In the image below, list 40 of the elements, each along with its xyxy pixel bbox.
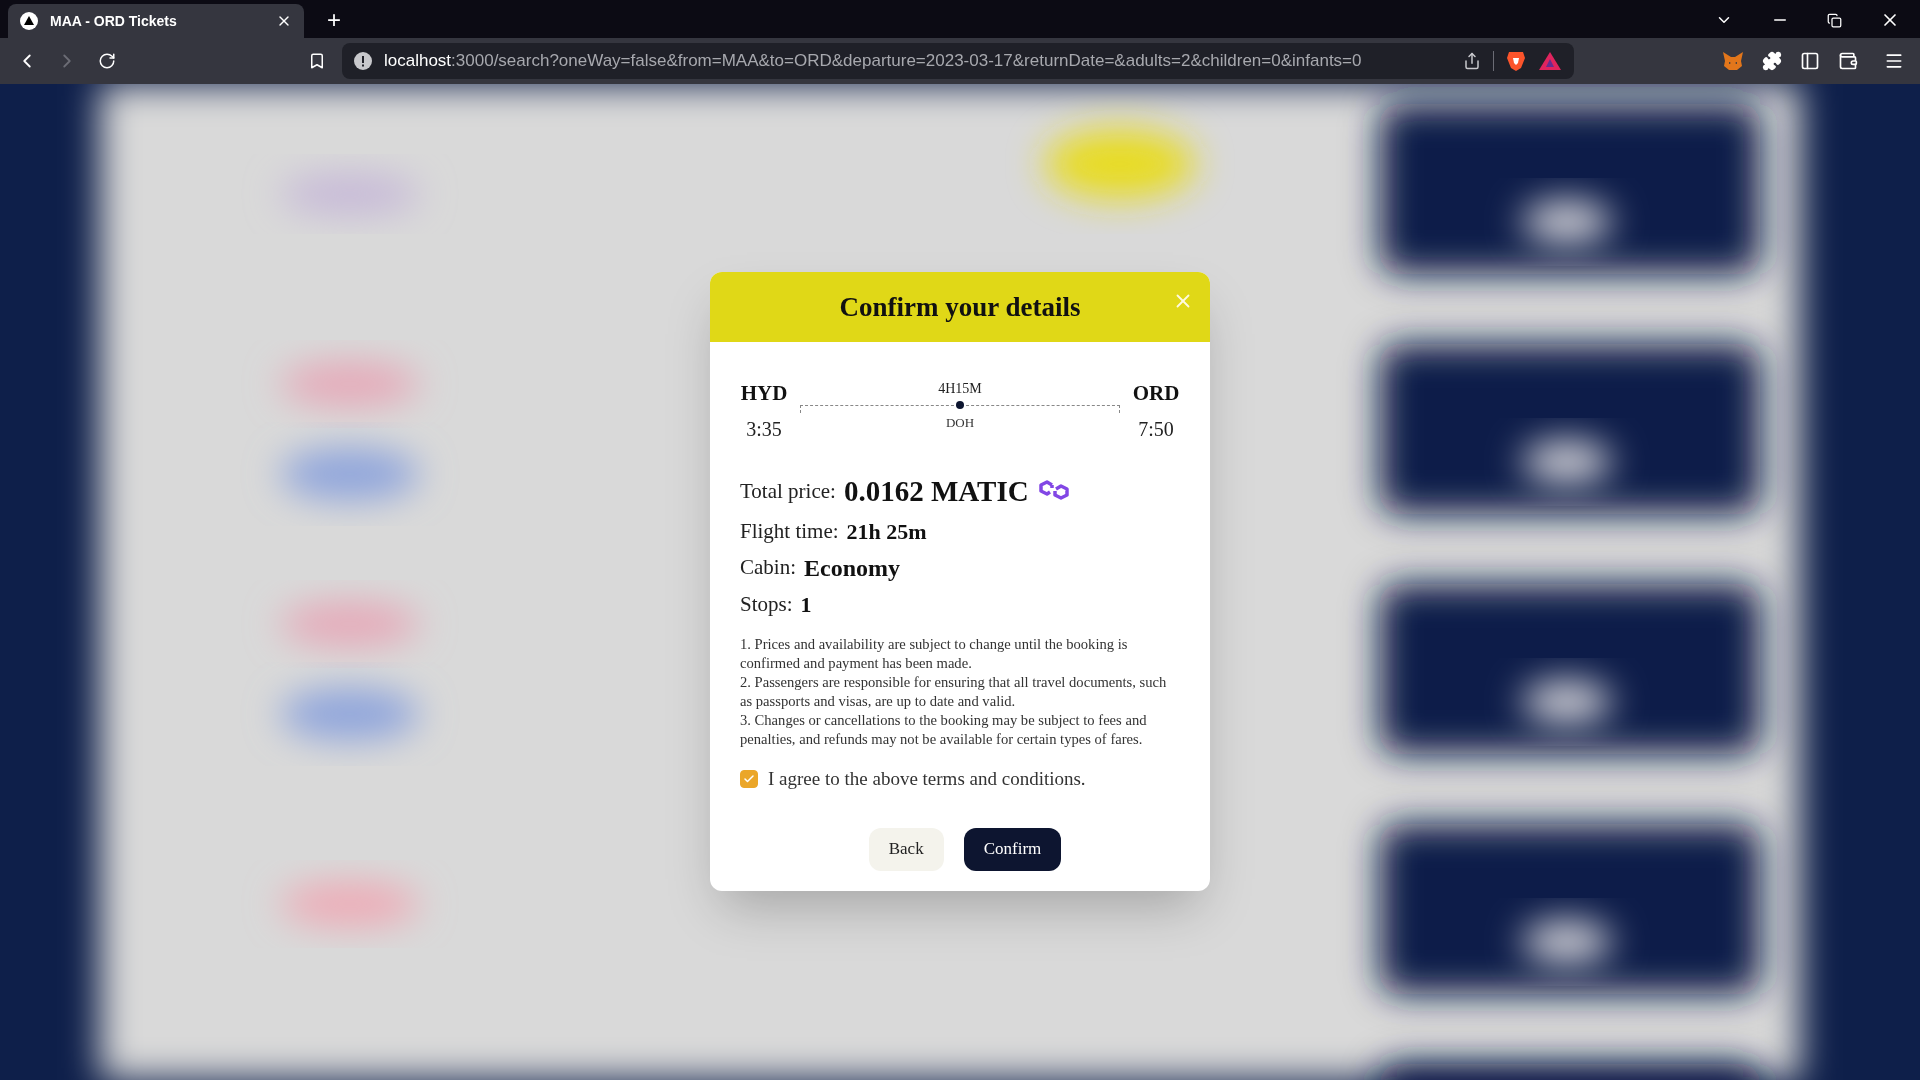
stop-code: DOH [945, 414, 975, 432]
url-text: localhost:3000/search?oneWay=false&from=MAA&to=ORD&departure=2023-03-17&returnDate=&adults=2&children=0&infants=0 [384, 50, 1363, 73]
info-icon [354, 52, 372, 70]
lion-shield-icon[interactable] [1506, 50, 1526, 72]
dialog-title: Confirm your details [839, 290, 1081, 324]
wallet-icon[interactable] [1838, 51, 1858, 71]
bookmark-icon[interactable] [308, 52, 326, 70]
arrival-time: 7:50 [1138, 416, 1174, 442]
detail-value: Economy [804, 554, 900, 583]
confirm-button[interactable]: Confirm [963, 827, 1062, 871]
address-bar[interactable]: localhost:3000/search?oneWay=false&from=MAA&to=ORD&departure=2023-03-17&returnDate=&adults=2&children=0&infants=0 [342, 43, 1574, 79]
menu-icon[interactable] [1884, 51, 1904, 71]
triangle-icon[interactable] [1538, 51, 1562, 71]
sidebar-icon[interactable] [1800, 51, 1820, 71]
tab-title: MAA - ORD Tickets [50, 11, 178, 31]
detail-value: 1 [800, 591, 812, 619]
terms-paragraph: 3. Changes or cancellations to the booking may be subject to fees and penalties, and refunds may not be available for certain types of fares. [740, 711, 1148, 749]
detail-label: Cabin: [740, 554, 796, 582]
terms-paragraph: 2. Passengers are responsible for ensuring that all travel documents, such as passports and visas, are up to date and valid. [740, 673, 1168, 711]
leg-duration: 4H15M [938, 380, 982, 398]
puzzle-icon[interactable] [1762, 51, 1782, 71]
back-button[interactable]: Back [868, 827, 944, 871]
browser-tab[interactable]: MAA - ORD Tickets [8, 4, 304, 38]
new-tab-button[interactable]: + [320, 6, 348, 34]
agree-label: I agree to the above terms and conditions. [768, 767, 1086, 791]
detail-label: Stops: [740, 590, 793, 618]
restore-icon[interactable] [1827, 12, 1842, 28]
detail-label: Flight time: [740, 517, 839, 545]
share-icon[interactable] [1463, 52, 1481, 70]
departure-time: 3:35 [746, 416, 782, 442]
destination-code: ORD [1132, 380, 1180, 407]
fox-icon[interactable] [1722, 51, 1744, 71]
origin-code: HYD [740, 380, 788, 407]
agree-checkbox[interactable] [740, 770, 758, 789]
terms-paragraph: 1. Prices and availability are subject to change until the booking is confirmed and payment has been made. [740, 635, 1129, 673]
detail-label: Total price: [740, 477, 836, 505]
detail-value: 21h 25m [846, 518, 927, 546]
triangle-logo-icon [20, 12, 38, 30]
reload-icon[interactable] [98, 52, 116, 70]
detail-value: 0.0162 MATIC [843, 473, 1029, 509]
